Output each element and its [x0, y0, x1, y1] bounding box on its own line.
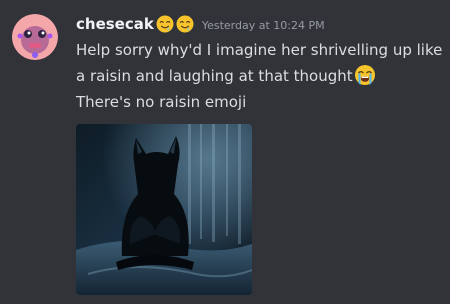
message-line-1: Help sorry why'd I imagine her shrivelli… — [76, 37, 448, 89]
loudly-crying-face-icon — [354, 64, 376, 86]
username[interactable]: chesecak — [76, 15, 154, 33]
message-timestamp[interactable]: Yesterday at 10:24 PM — [202, 19, 325, 32]
relieved-drooling-face-icon — [156, 15, 174, 33]
user-avatar[interactable] — [12, 14, 58, 60]
message-content: Help sorry why'd I imagine her shrivelli… — [76, 37, 448, 115]
cat-covering-face-image[interactable] — [76, 124, 252, 295]
chat-message: chesecak Yesterday at 10:24 PM Help sorr… — [0, 0, 450, 304]
message-header: chesecak Yesterday at 10:24 PM — [76, 12, 325, 36]
message-line-2: There's no raisin emoji — [76, 93, 247, 111]
relieved-drooling-face-icon — [176, 15, 194, 33]
message-text: Help sorry why'd I imagine her shrivelli… — [76, 41, 443, 85]
